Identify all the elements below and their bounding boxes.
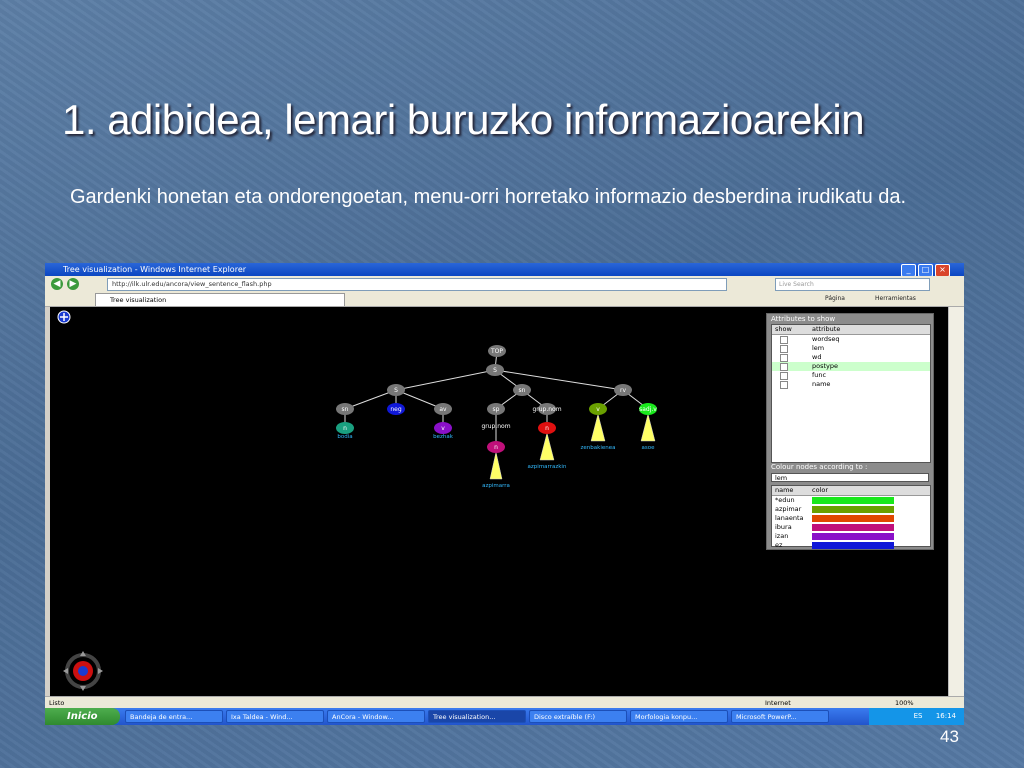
taskbar-item[interactable]: Bandeja de entra...	[125, 710, 223, 723]
attribute-row[interactable]: func	[772, 371, 930, 380]
colour-swatch[interactable]	[812, 506, 894, 513]
colour-swatch[interactable]	[812, 515, 894, 522]
window-title: Tree visualization - Windows Internet Ex…	[63, 265, 247, 274]
taskbar-item[interactable]: Disco extraíble (F:)	[529, 710, 627, 723]
start-button[interactable]: Inicio	[45, 708, 120, 725]
attributes-title: Attributes to show	[771, 315, 836, 323]
colour-row[interactable]: azpimar	[772, 505, 930, 514]
attribute-row[interactable]: lem	[772, 344, 930, 353]
show-checkbox[interactable]	[780, 336, 788, 344]
tree-label: grup.nom	[481, 423, 510, 430]
tree-leaf-label: zenbakienea	[581, 445, 616, 451]
show-checkbox[interactable]	[780, 354, 788, 362]
tree-label: n	[494, 444, 498, 451]
address-toolbar: ◀ ▶ http://ilk.ulr.edu/ancora/view_sente…	[45, 276, 964, 292]
tree-leaf-marker[interactable]	[489, 451, 503, 480]
vertical-scrollbar[interactable]	[948, 307, 964, 696]
taskbar-item[interactable]: Morfologia konpu...	[630, 710, 728, 723]
taskbar-item-active[interactable]: Tree visualization...	[428, 710, 526, 723]
colour-swatch[interactable]	[812, 524, 894, 531]
browser-titlebar: Tree visualization - Windows Internet Ex…	[45, 263, 964, 277]
slide-title: 1. adibidea, lemari buruzko informazioar…	[62, 96, 865, 143]
tab-tree-visualization[interactable]: Tree visualization	[95, 293, 345, 306]
col-color: color	[812, 486, 829, 494]
colour-swatch[interactable]	[812, 497, 894, 504]
colour-row[interactable]: ez	[772, 541, 930, 550]
tree-leaf-label: bezhak	[433, 434, 454, 440]
show-checkbox[interactable]	[780, 363, 788, 371]
tree-label: sn	[519, 387, 526, 394]
language-indicator[interactable]: ES	[914, 712, 923, 720]
clock: 16:14	[935, 712, 956, 720]
show-checkbox[interactable]	[780, 372, 788, 380]
attribute-row[interactable]: wordseq	[772, 335, 930, 344]
back-icon[interactable]: ◀	[51, 278, 63, 290]
colour-table: name color *edun azpimar lanaenta ibura …	[771, 485, 931, 550]
taskbar-item[interactable]: Ixa Taldea - Wind...	[226, 710, 324, 723]
tree-leaf-label: azpimarra	[482, 483, 510, 489]
tree-leaf-marker[interactable]	[640, 413, 656, 442]
tree-label: TOP	[490, 348, 503, 355]
attributes-panel: Attributes to show show attribute wordse…	[766, 313, 934, 550]
tree-leaf-label: bodia	[337, 434, 352, 440]
tree-label: sadj.v	[639, 406, 657, 413]
attributes-table: show attribute wordseq lem wd postype fu…	[771, 324, 931, 463]
show-checkbox[interactable]	[780, 345, 788, 353]
taskbar-item[interactable]: AnCora - Window...	[327, 710, 425, 723]
forward-icon[interactable]: ▶	[67, 278, 79, 290]
zoom-control-icon[interactable]	[57, 310, 71, 324]
slide-body-text: Gardenki honetan eta ondorengoetan, menu…	[70, 186, 907, 208]
tree-label: neg	[390, 406, 401, 413]
page-number: 43	[940, 727, 959, 746]
tree-canvas[interactable]: TOP S S sn rv sn neg av sp grup.nom v sa…	[50, 307, 948, 696]
attribute-row[interactable]: name	[772, 380, 930, 389]
colour-row[interactable]: izan	[772, 532, 930, 541]
colour-swatch[interactable]	[812, 542, 894, 549]
tab-bar: Tree visualization Página Herramientas	[45, 292, 964, 307]
tree-label: sp	[493, 406, 500, 413]
col-show: show	[775, 325, 792, 333]
colour-nodes-title: Colour nodes according to :	[771, 463, 868, 471]
colour-row[interactable]: lanaenta	[772, 514, 930, 523]
tree-label: grup.nom	[532, 406, 561, 413]
menu-page[interactable]: Página	[825, 294, 845, 304]
tree-label: sn	[342, 406, 349, 413]
tree-label: n	[343, 425, 347, 432]
tree-label: v	[596, 406, 600, 413]
tree-label: av	[439, 406, 447, 413]
pan-control-icon[interactable]	[63, 651, 103, 691]
tree-label: S	[394, 387, 398, 394]
colour-row[interactable]: ibura	[772, 523, 930, 532]
colour-attribute-select[interactable]: lem	[771, 473, 929, 482]
browser-screenshot: Tree visualization - Windows Internet Ex…	[45, 263, 964, 725]
search-input[interactable]: Live Search	[775, 278, 930, 291]
tree-leaf-label: azpimarrazkin	[528, 464, 567, 470]
show-checkbox[interactable]	[780, 381, 788, 389]
tree-leaf-label: asoe	[642, 445, 656, 451]
col-attribute: attribute	[812, 325, 841, 333]
col-name: name	[775, 486, 794, 494]
attribute-row[interactable]: wd	[772, 353, 930, 362]
tree-leaf-marker[interactable]	[539, 432, 555, 461]
attribute-row-selected[interactable]: postype	[772, 362, 930, 371]
tree-leaf-marker[interactable]	[590, 413, 606, 442]
taskbar-item[interactable]: Microsoft PowerP...	[731, 710, 829, 723]
taskbar: Inicio Bandeja de entra... Ixa Taldea - …	[45, 708, 964, 725]
tree-label: v	[441, 425, 445, 432]
tree-label: n	[545, 425, 549, 432]
colour-swatch[interactable]	[812, 533, 894, 540]
menu-tools[interactable]: Herramientas	[875, 294, 916, 304]
tree-label: S	[493, 367, 497, 374]
tree-label: rv	[620, 387, 626, 394]
system-tray: ES 16:14	[869, 708, 964, 725]
address-input[interactable]: http://ilk.ulr.edu/ancora/view_sentence_…	[107, 278, 727, 291]
colour-row[interactable]: *edun	[772, 496, 930, 505]
